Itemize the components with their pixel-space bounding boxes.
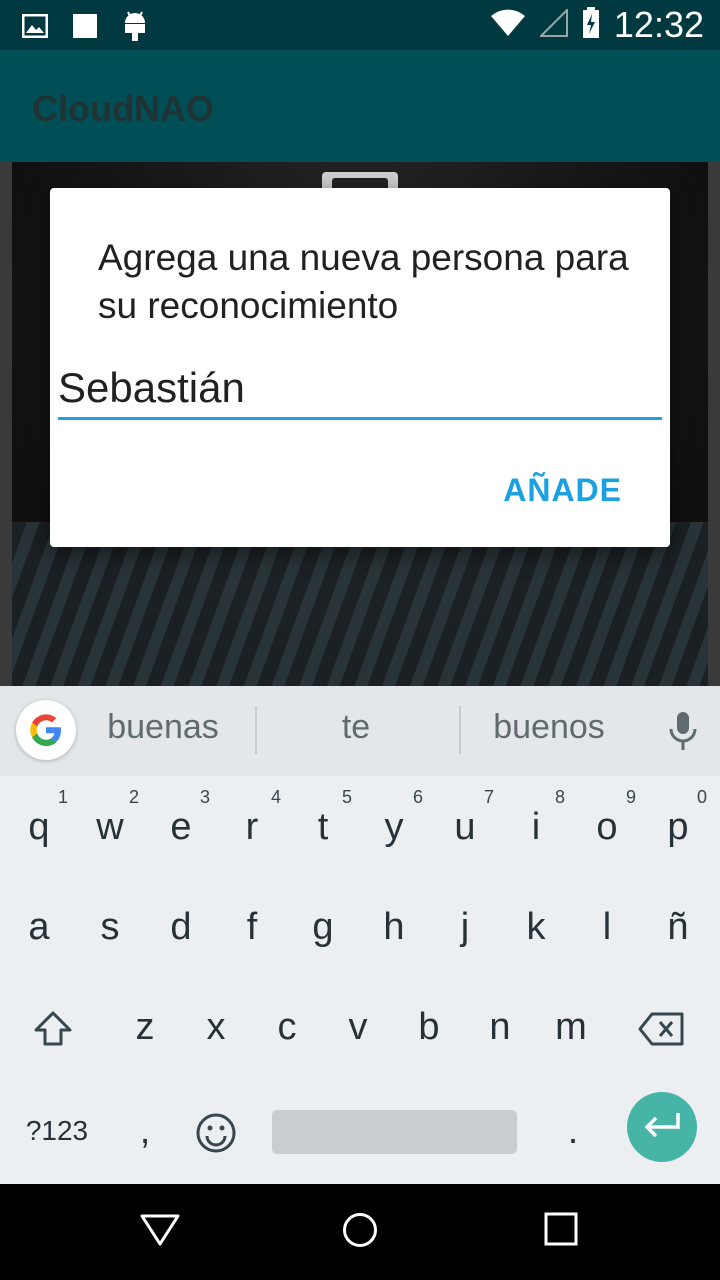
key-hint: 6 xyxy=(412,787,423,807)
key-g[interactable]: g xyxy=(290,882,356,972)
key-row-4: ?123 , . xyxy=(0,1092,720,1192)
key-label: p xyxy=(667,806,689,848)
comma-key[interactable]: , xyxy=(112,1086,178,1176)
enter-key[interactable] xyxy=(627,1092,697,1162)
key-label: w xyxy=(96,806,124,848)
suggestion-1[interactable]: buenas xyxy=(68,708,258,747)
backspace-icon xyxy=(638,1006,684,1048)
person-name-input[interactable] xyxy=(58,358,662,420)
key-hint: 3 xyxy=(199,787,210,807)
key-h[interactable]: h xyxy=(361,882,427,972)
key-o[interactable]: o9 xyxy=(574,782,640,872)
app-bar: CloudNAO xyxy=(0,50,720,162)
key-s[interactable]: s xyxy=(77,882,143,972)
key-hint: 4 xyxy=(270,787,281,807)
key-hint: 2 xyxy=(128,787,139,807)
back-icon[interactable] xyxy=(140,1212,180,1253)
suggestion-3[interactable]: buenos xyxy=(454,708,644,747)
image-notification-icon xyxy=(21,13,49,43)
dialog-message: Agrega una nueva persona para su reconoc… xyxy=(98,237,629,326)
key-d[interactable]: d xyxy=(148,882,214,972)
clock: 12:32 xyxy=(613,4,704,45)
key-label: o xyxy=(596,806,618,848)
key-label: q xyxy=(28,806,50,848)
key-u[interactable]: u7 xyxy=(432,782,498,872)
home-icon[interactable] xyxy=(342,1212,378,1253)
key-label: t xyxy=(317,806,329,848)
recents-icon[interactable] xyxy=(544,1212,578,1251)
key-hint: 9 xyxy=(625,787,636,807)
key-row-3: z x c v b n m xyxy=(0,982,720,1082)
key-n[interactable]: n xyxy=(467,982,533,1072)
period-key[interactable]: . xyxy=(540,1086,606,1176)
key-label: r xyxy=(245,806,259,848)
key-j[interactable]: j xyxy=(432,882,498,972)
key-k[interactable]: k xyxy=(503,882,569,972)
key-x[interactable]: x xyxy=(183,982,249,1072)
key-c[interactable]: c xyxy=(254,982,320,1072)
key-label: i xyxy=(531,806,541,848)
key-hint: 1 xyxy=(57,787,68,807)
key-label: e xyxy=(170,806,192,848)
battery-charging-icon xyxy=(582,6,600,44)
key-enye[interactable]: ñ xyxy=(645,882,711,972)
key-hint: 5 xyxy=(341,787,352,807)
square-notification-icon xyxy=(72,13,98,44)
key-z[interactable]: z xyxy=(112,982,178,1072)
symbols-key[interactable]: ?123 xyxy=(14,1086,100,1176)
shift-key[interactable] xyxy=(20,982,86,1072)
key-w[interactable]: w2 xyxy=(77,782,143,872)
key-b[interactable]: b xyxy=(396,982,462,1072)
key-m[interactable]: m xyxy=(538,982,604,1072)
add-button[interactable]: AÑADE xyxy=(503,472,622,509)
key-y[interactable]: y6 xyxy=(361,782,427,872)
key-p[interactable]: p0 xyxy=(645,782,711,872)
enter-icon xyxy=(642,1111,682,1144)
key-a[interactable]: a xyxy=(6,882,72,972)
key-f[interactable]: f xyxy=(219,882,285,972)
key-row-1: q1 w2 e3 r4 t5 y6 u7 i8 o9 p0 xyxy=(0,782,720,882)
key-r[interactable]: r4 xyxy=(219,782,285,872)
key-hint: 8 xyxy=(554,787,565,807)
key-i[interactable]: i8 xyxy=(503,782,569,872)
backspace-key[interactable] xyxy=(628,982,694,1072)
microphone-icon[interactable] xyxy=(668,710,698,757)
google-icon[interactable] xyxy=(16,700,76,760)
keyboard: buenas te buenos q1 w2 e3 r4 t5 y6 u7 i8… xyxy=(0,686,720,1184)
space-bar[interactable] xyxy=(272,1110,517,1154)
shift-icon xyxy=(33,1006,73,1048)
wifi-icon xyxy=(490,9,526,42)
status-bar: 12:32 xyxy=(0,0,720,50)
key-q[interactable]: q1 xyxy=(6,782,72,872)
suggestion-2[interactable]: te xyxy=(261,708,451,747)
key-hint: 0 xyxy=(696,787,707,807)
app-title: CloudNAO xyxy=(32,88,214,129)
key-row-2: a s d f g h j k l ñ xyxy=(0,882,720,982)
signal-icon xyxy=(538,7,568,42)
key-label: u xyxy=(454,806,476,848)
suggestion-strip: buenas te buenos xyxy=(0,686,720,776)
key-label: y xyxy=(384,806,404,848)
emoji-icon xyxy=(195,1110,237,1153)
key-e[interactable]: e3 xyxy=(148,782,214,872)
suggestion-divider xyxy=(255,706,257,754)
android-icon xyxy=(122,10,148,47)
key-v[interactable]: v xyxy=(325,982,391,1072)
key-t[interactable]: t5 xyxy=(290,782,356,872)
navigation-bar xyxy=(0,1184,720,1280)
key-hint: 7 xyxy=(483,787,494,807)
add-person-dialog: Agrega una nueva persona para su reconoc… xyxy=(50,188,670,547)
emoji-key[interactable] xyxy=(183,1086,249,1176)
key-l[interactable]: l xyxy=(574,882,640,972)
